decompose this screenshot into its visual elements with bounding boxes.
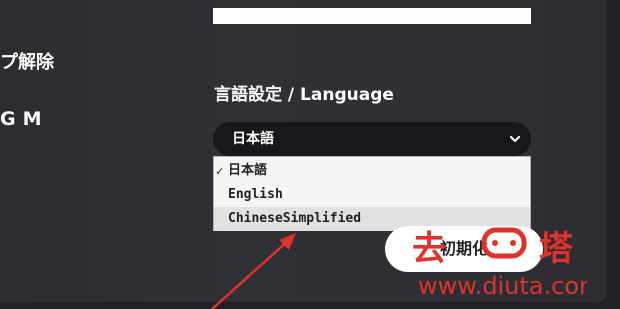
option-label: ChineseSimplified [228, 211, 362, 226]
svg-text:塔: 塔 [539, 229, 574, 269]
option-label: English [228, 187, 283, 202]
chevron-down-icon [509, 135, 521, 143]
svg-text:www.diuta.com: www.diuta.com [418, 272, 587, 300]
watermark-graphic: 去 塔 www.diuta.com [412, 227, 602, 300]
option-label: 日本語 [228, 163, 268, 178]
check-icon: ✓ [216, 164, 224, 178]
language-select-value: 日本語 [232, 131, 274, 147]
language-heading: 言語設定 / Language [214, 85, 394, 105]
unlock-setting-label: プ解除 [0, 52, 54, 73]
text-field-bar[interactable] [213, 8, 531, 24]
language-option-english[interactable]: English [214, 183, 530, 207]
language-select[interactable]: 日本語 [213, 122, 531, 156]
watermark-logo: 去 塔 www.diuta.com [412, 222, 602, 300]
svg-text:去: 去 [412, 229, 446, 269]
bgm-setting-label: GM [0, 108, 49, 130]
language-dropdown: ✓ 日本語 English ChineseSimplified [213, 156, 531, 231]
language-option-japanese[interactable]: ✓ 日本語 [214, 159, 530, 183]
